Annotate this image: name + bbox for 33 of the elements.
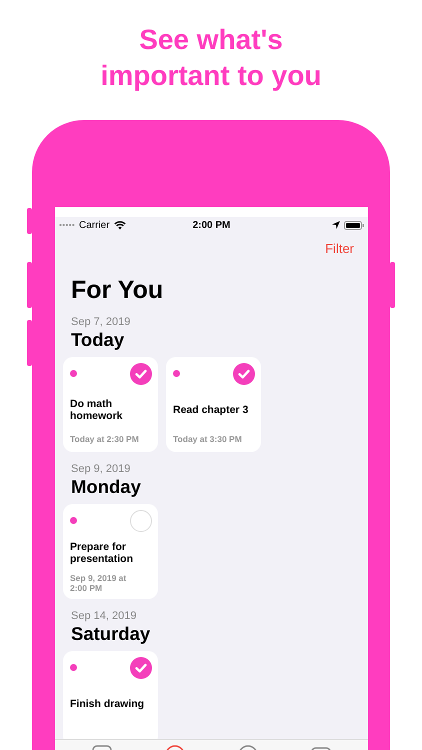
section-date: Sep 9, 2019 — [70, 462, 132, 476]
task-title: Finish drawing — [70, 698, 144, 710]
page-title: For You — [70, 275, 164, 305]
location-arrow-icon — [332, 221, 340, 229]
section-date: Sep 7, 2019 — [70, 315, 132, 329]
section-date: Sep 14, 2019 — [70, 609, 138, 623]
task-card[interactable]: Prepare for presentation Sep 9, 2019 at 2:00 PM — [63, 504, 158, 599]
dot-icon — [70, 664, 77, 671]
checkmark-icon[interactable] — [130, 657, 152, 679]
signal-icon — [59, 223, 75, 227]
section-title: Monday — [70, 476, 142, 498]
task-title: Do math homework — [70, 398, 124, 422]
task-due: Today at 3:30 PM — [173, 434, 243, 444]
task-title: Read chapter 3 — [173, 404, 248, 416]
dot-icon — [173, 370, 180, 377]
checkmark-icon[interactable] — [233, 363, 255, 385]
checkmark-icon[interactable] — [130, 363, 152, 385]
section-title: Saturday — [70, 623, 152, 645]
wifi-icon — [114, 220, 126, 230]
task-card[interactable]: Do math homework Today at 2:30 PM — [63, 357, 158, 452]
carrier-name: Carrier — [79, 220, 110, 230]
headline: See what's — [138, 23, 284, 57]
battery-icon — [344, 220, 364, 230]
status-time: 2:00 PM — [192, 220, 230, 230]
dot-icon — [70, 517, 77, 524]
task-due: Today at 2:30 PM — [70, 434, 140, 444]
task-title: Prepare for presentation — [70, 540, 134, 564]
headline: important to you — [100, 59, 322, 93]
dot-icon — [70, 370, 77, 377]
task-due: Sep 9, 2019 at 2:00 PM — [70, 573, 128, 593]
section-title: Today — [70, 329, 126, 351]
task-card[interactable]: Finish drawing — [63, 651, 158, 739]
task-card[interactable]: Read chapter 3 Today at 3:30 PM — [166, 357, 261, 452]
